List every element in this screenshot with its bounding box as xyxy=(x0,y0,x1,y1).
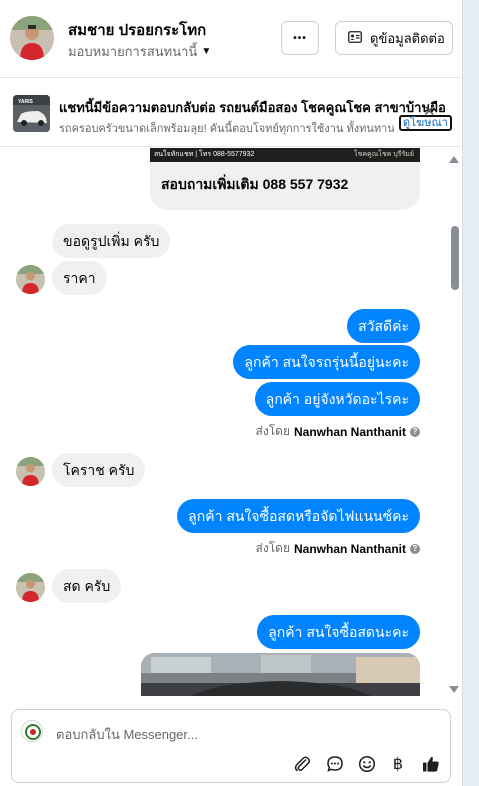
more-options-button[interactable]: ••• xyxy=(281,21,319,55)
card-strip-left: สนใจทักแชท | โทร 088-5577932 xyxy=(154,151,255,158)
ad-description: รถครอบครัวขนาดเล็กพร้อมลุย! คันนี้ตอบโจท… xyxy=(59,123,394,135)
card-image-strip: สนใจทักแชท | โทร 088-5577932 โชคคูณโชค บ… xyxy=(150,148,420,162)
ad-thumb-text: YARIS xyxy=(18,99,33,105)
car-photo-attachment[interactable] xyxy=(141,653,420,696)
contact-name: สมชาย ปรอยกระโทก xyxy=(68,22,207,39)
message-incoming[interactable]: ขอดูรูปเพิ่ม ครับ xyxy=(52,224,171,258)
more-label: ••• xyxy=(293,32,307,44)
message-outgoing[interactable]: ลูกค้า สนใจรถรุ่นนี้อยู่นะคะ xyxy=(233,345,420,379)
sender-name: Nanwhan Nanthanit xyxy=(293,541,406,556)
info-icon[interactable]: ? xyxy=(410,426,420,437)
message-outgoing[interactable]: ลูกค้า สนใจซื้อสดนะคะ xyxy=(257,615,420,649)
sender-name: Nanwhan Nanthanit xyxy=(293,424,406,439)
chat-bubble-icon[interactable] xyxy=(325,754,345,774)
message-outgoing[interactable]: สวัสดีค่ะ xyxy=(347,309,420,343)
message-composer[interactable]: ตอบกลับใน Messenger... ฿ xyxy=(11,709,451,783)
side-panel-edge xyxy=(462,0,479,786)
contact-avatar-small xyxy=(16,265,45,294)
reply-input[interactable]: ตอบกลับใน Messenger... xyxy=(56,724,198,745)
assign-conversation-dropdown[interactable]: มอบหมายการสนทนานี้ ▼ xyxy=(68,41,211,62)
message-outgoing[interactable]: ลูกค้า อยู่จังหวัดอะไรคะ xyxy=(254,382,420,416)
close-icon[interactable]: ✕ xyxy=(423,102,436,120)
page-avatar xyxy=(21,720,43,742)
ad-thumbnail[interactable]: YARIS xyxy=(13,95,50,132)
contact-avatar[interactable] xyxy=(10,16,54,60)
thumbs-up-icon[interactable] xyxy=(421,754,441,774)
conversation-header: สมชาย ปรอยกระโทก มอบหมายการสนทนานี้ ▼ ••… xyxy=(0,0,462,78)
sent-by-prefix: ส่งโดย xyxy=(255,424,290,438)
view-contact-button[interactable]: ดูข้อมูลติดต่อ xyxy=(335,21,453,55)
contact-avatar-small xyxy=(16,457,45,486)
message-incoming[interactable]: ราคา xyxy=(52,261,107,295)
scrollbar-thumb[interactable] xyxy=(451,226,459,290)
scroll-down-arrow[interactable] xyxy=(449,686,459,693)
assign-label: มอบหมายการสนทนานี้ xyxy=(68,44,198,59)
scroll-up-arrow[interactable] xyxy=(449,156,459,163)
ad-image-card[interactable]: สนใจทักแชท | โทร 088-5577932 โชคคูณโชค บ… xyxy=(150,148,420,210)
ad-title: แชทนี้มีข้อความตอบกลับต่อ รถยนต์มือสอง โ… xyxy=(59,100,446,115)
baht-icon[interactable]: ฿ xyxy=(388,754,408,774)
sent-by-label: ส่งโดย Nanwhan Nanthanit ? xyxy=(256,539,420,558)
sent-by-prefix: ส่งโดย xyxy=(255,541,290,555)
message-outgoing[interactable]: ลูกค้า สนใจซื้อสดหรือจัดไฟแนนซ์คะ xyxy=(177,499,420,533)
contact-avatar-small xyxy=(16,573,45,602)
message-thread[interactable]: สนใจทักแชท | โทร 088-5577932 โชคคูณโชค บ… xyxy=(0,148,462,696)
view-contact-label: ดูข้อมูลติดต่อ xyxy=(370,30,445,46)
card-strip-right: โชคคูณโชค บุรีรัมย์ xyxy=(353,151,414,158)
caret-down-icon: ▼ xyxy=(201,46,212,57)
paperclip-icon[interactable] xyxy=(292,754,312,774)
smiley-icon[interactable] xyxy=(357,754,377,774)
ad-reply-banner: YARIS แชทนี้มีข้อความตอบกลับต่อ รถยนต์มื… xyxy=(0,79,462,147)
message-incoming[interactable]: โคราช ครับ xyxy=(52,453,146,487)
contact-card-icon xyxy=(348,30,362,46)
info-icon[interactable]: ? xyxy=(410,543,420,554)
card-phone-text: สอบถามเพิ่มเติม 088 557 7932 xyxy=(161,176,349,192)
message-incoming[interactable]: สด ครับ xyxy=(52,569,122,603)
sent-by-label: ส่งโดย Nanwhan Nanthanit ? xyxy=(256,422,420,441)
